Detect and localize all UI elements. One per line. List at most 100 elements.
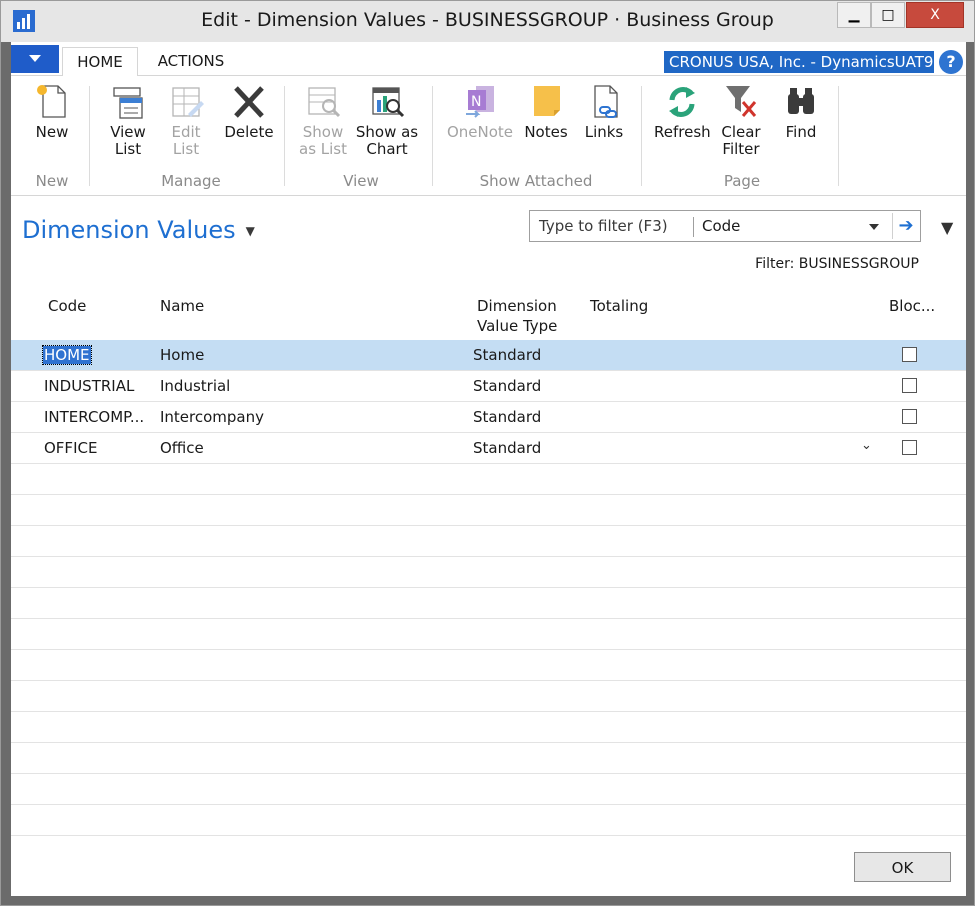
cell-code[interactable]: INDUSTRIAL bbox=[44, 377, 134, 395]
column-header-blocked[interactable]: Bloc... bbox=[889, 296, 935, 316]
ribbon-tab-bar: HOME ACTIONS CRONUS USA, Inc. - Dynamics… bbox=[11, 42, 966, 77]
group-label-new: New bbox=[35, 172, 69, 190]
empty-row bbox=[11, 712, 966, 743]
cell-type[interactable]: Standard bbox=[473, 346, 541, 364]
new-button[interactable]: New bbox=[29, 80, 75, 141]
close-button[interactable]: X bbox=[906, 2, 964, 28]
links-icon bbox=[586, 82, 622, 120]
empty-row bbox=[11, 495, 966, 526]
dimension-values-grid: HOME Home Standard INDUSTRIAL Industrial… bbox=[11, 340, 966, 836]
filter-input[interactable]: Type to filter (F3) bbox=[539, 217, 668, 235]
group-label-page: Page bbox=[723, 172, 761, 190]
empty-row bbox=[11, 650, 966, 681]
arrow-right-icon[interactable]: ➔ bbox=[892, 213, 919, 239]
view-list-icon bbox=[110, 82, 146, 120]
edit-list-icon bbox=[168, 82, 204, 120]
expand-chevron-icon[interactable]: ▼ bbox=[941, 218, 953, 237]
cell-type[interactable]: Standard bbox=[473, 377, 541, 395]
empty-row bbox=[11, 526, 966, 557]
table-row[interactable]: OFFICE Office Standard ⌄ bbox=[11, 433, 966, 464]
window-title: Edit - Dimension Values - BUSINESSGROUP … bbox=[201, 9, 774, 31]
cell-code[interactable]: OFFICE bbox=[44, 439, 97, 457]
blocked-checkbox[interactable] bbox=[902, 347, 917, 362]
chevron-down-icon[interactable] bbox=[869, 224, 879, 230]
group-label-manage: Manage bbox=[161, 172, 221, 190]
empty-row bbox=[11, 588, 966, 619]
filter-bar: Type to filter (F3) Code ➔ bbox=[529, 210, 921, 242]
delete-button[interactable]: Delete bbox=[221, 80, 277, 141]
cell-name[interactable]: Industrial bbox=[160, 377, 230, 395]
cell-code[interactable]: INTERCOMP... bbox=[44, 408, 144, 426]
empty-row bbox=[11, 557, 966, 588]
ribbon-separator bbox=[284, 86, 285, 186]
table-row[interactable]: HOME Home Standard bbox=[11, 340, 966, 371]
table-row[interactable]: INTERCOMP... Intercompany Standard bbox=[11, 402, 966, 433]
empty-row bbox=[11, 464, 966, 495]
ribbon-separator bbox=[838, 86, 839, 186]
cell-name[interactable]: Home bbox=[160, 346, 204, 364]
empty-row bbox=[11, 774, 966, 805]
help-icon[interactable]: ? bbox=[939, 50, 963, 74]
cell-name[interactable]: Intercompany bbox=[160, 408, 264, 426]
empty-row bbox=[11, 805, 966, 836]
show-as-list-button[interactable]: Show as List bbox=[298, 80, 348, 158]
empty-row bbox=[11, 619, 966, 650]
show-as-list-icon bbox=[305, 82, 341, 120]
edit-list-button[interactable]: Edit List bbox=[163, 80, 209, 158]
ok-button[interactable]: OK bbox=[854, 852, 951, 882]
clear-filter-icon bbox=[723, 82, 759, 120]
cell-code[interactable]: HOME bbox=[42, 345, 92, 365]
show-as-chart-icon bbox=[369, 82, 405, 120]
clear-filter-button[interactable]: Clear Filter bbox=[717, 80, 765, 158]
svg-text:N: N bbox=[471, 94, 481, 110]
new-document-icon bbox=[34, 82, 70, 120]
notes-button[interactable]: Notes bbox=[521, 80, 571, 141]
content-area: Dimension Values ▼ Type to filter (F3) Co… bbox=[11, 196, 966, 896]
column-header-dimension-value-type[interactable]: Dimension Value Type bbox=[477, 296, 557, 336]
column-header-totaling[interactable]: Totaling bbox=[590, 296, 648, 316]
company-selector[interactable]: CRONUS USA, Inc. - DynamicsUAT9... bbox=[664, 51, 934, 73]
cell-name[interactable]: Office bbox=[160, 439, 204, 457]
column-header-name[interactable]: Name bbox=[160, 296, 204, 316]
group-label-view: View bbox=[343, 172, 379, 190]
links-button[interactable]: Links bbox=[581, 80, 627, 141]
ribbon-separator bbox=[89, 86, 90, 186]
notes-icon bbox=[528, 82, 564, 120]
cell-type[interactable]: Standard bbox=[473, 439, 541, 457]
blocked-checkbox[interactable] bbox=[902, 440, 917, 455]
chevron-down-icon bbox=[29, 55, 41, 62]
group-label-show-attached: Show Attached bbox=[479, 172, 593, 190]
blocked-checkbox[interactable] bbox=[902, 378, 917, 393]
cell-type[interactable]: Standard bbox=[473, 408, 541, 426]
row-dropdown-chevron-icon[interactable]: ⌄ bbox=[861, 438, 872, 453]
find-button[interactable]: Find bbox=[779, 80, 823, 141]
blocked-checkbox[interactable] bbox=[902, 409, 917, 424]
ribbon-separator bbox=[641, 86, 642, 186]
filter-summary: Filter: BUSINESSGROUP bbox=[755, 256, 919, 272]
maximize-button[interactable]: □ bbox=[871, 2, 905, 28]
filter-separator bbox=[693, 217, 694, 237]
tab-actions[interactable]: ACTIONS bbox=[148, 47, 234, 75]
page-title[interactable]: Dimension Values ▼ bbox=[22, 216, 255, 244]
title-bar: Edit - Dimension Values - BUSINESSGROUP … bbox=[1, 1, 974, 42]
delete-icon bbox=[231, 82, 267, 120]
refresh-icon bbox=[664, 82, 700, 120]
empty-row bbox=[11, 681, 966, 712]
tab-home[interactable]: HOME bbox=[62, 47, 138, 77]
filter-field-select[interactable]: Code bbox=[702, 217, 740, 235]
application-menu-button[interactable] bbox=[11, 45, 59, 73]
minimize-button[interactable]: ▁ bbox=[837, 2, 871, 28]
onenote-icon: N bbox=[462, 82, 498, 120]
empty-row bbox=[11, 743, 966, 774]
table-row[interactable]: INDUSTRIAL Industrial Standard bbox=[11, 371, 966, 402]
column-header-code[interactable]: Code bbox=[48, 296, 86, 316]
caret-down-icon[interactable]: ▼ bbox=[246, 224, 255, 238]
show-as-chart-button[interactable]: Show as Chart bbox=[354, 80, 420, 158]
refresh-button[interactable]: Refresh bbox=[654, 80, 711, 141]
ribbon: New New View List Edit List Delete Manag… bbox=[11, 76, 966, 196]
view-list-button[interactable]: View List bbox=[105, 80, 151, 158]
dialog-window: Edit - Dimension Values - BUSINESSGROUP … bbox=[0, 0, 975, 906]
find-icon bbox=[783, 82, 819, 120]
onenote-button[interactable]: N OneNote bbox=[445, 80, 515, 141]
ribbon-separator bbox=[432, 86, 433, 186]
